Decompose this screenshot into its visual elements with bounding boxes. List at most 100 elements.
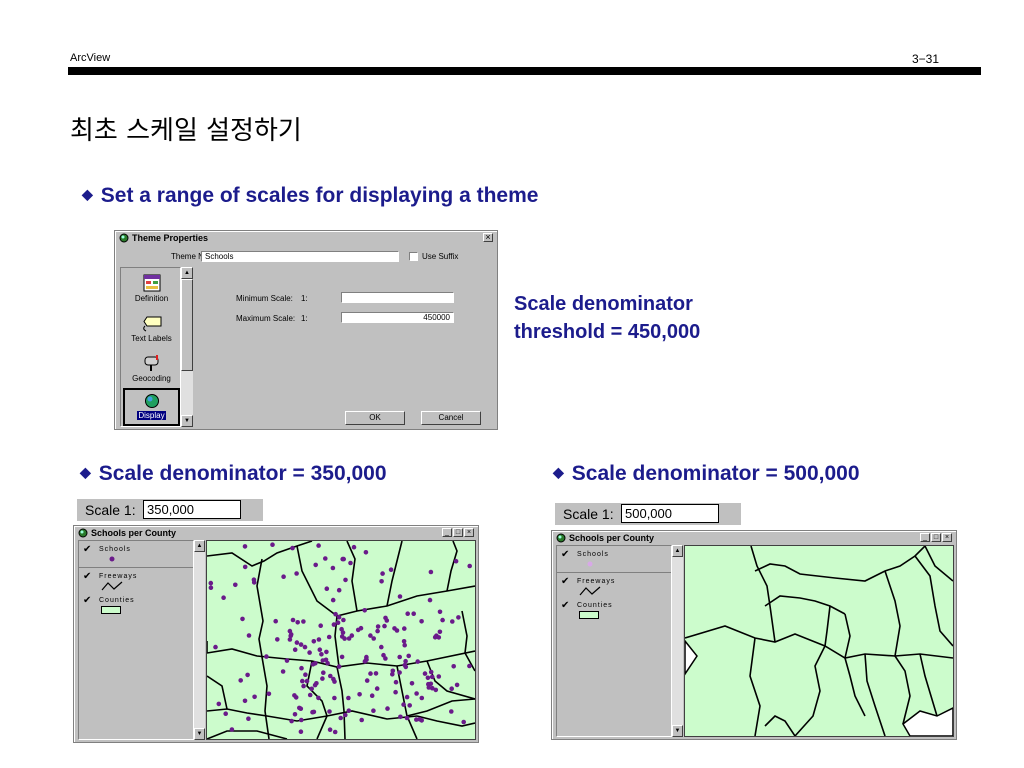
theme-checkbox-checked-icon[interactable]: ✔ (83, 544, 91, 555)
theme-checkbox-checked-icon[interactable]: ✔ (561, 600, 569, 611)
ok-button[interactable]: OK (345, 411, 405, 425)
school-point (336, 664, 342, 669)
school-point (242, 698, 248, 704)
scale-box-right: Scale 1: 500,000 (555, 503, 741, 525)
school-point (313, 562, 318, 568)
school-point (327, 727, 333, 732)
theme-checkbox-checked-icon[interactable]: ✔ (83, 595, 91, 606)
category-display[interactable]: Display (123, 388, 180, 426)
school-point (404, 715, 410, 721)
school-point (316, 637, 322, 642)
map-canvas[interactable] (207, 541, 475, 739)
school-point (388, 567, 394, 572)
close-icon[interactable]: × (942, 533, 952, 542)
school-point (295, 620, 300, 625)
theme-name: Counties (577, 602, 613, 609)
school-point (397, 594, 403, 599)
theme-name: Schools (577, 551, 609, 558)
school-point (449, 709, 454, 714)
school-point (385, 706, 390, 711)
toc-theme-freeways[interactable]: ✔ Freeways (79, 569, 193, 591)
definition-icon (143, 274, 160, 292)
school-point (251, 577, 257, 582)
school-point (343, 712, 348, 718)
scale-input[interactable]: 500,000 (621, 504, 719, 523)
toc-theme-counties[interactable]: ✔ Counties (79, 593, 193, 619)
school-point (332, 695, 337, 701)
map-view-500000[interactable] (684, 545, 954, 737)
scale-input[interactable]: 350,000 (143, 500, 241, 519)
scroll-down-arrow-icon[interactable]: ▼ (672, 725, 683, 737)
scale-box-left: Scale 1: 350,000 (77, 499, 263, 521)
category-definition[interactable]: Definition (121, 274, 182, 303)
scale-label: Scale 1: (85, 502, 136, 518)
scroll-down-arrow-icon[interactable]: ▼ (181, 415, 193, 427)
school-point (298, 729, 304, 734)
school-point (411, 611, 416, 616)
freeway-line-symbol-icon (579, 586, 601, 596)
school-point (299, 665, 304, 671)
school-point (363, 550, 369, 555)
theme-checkbox-checked-icon[interactable]: ✔ (561, 576, 569, 587)
map-canvas[interactable] (685, 546, 953, 736)
dialog-close-button[interactable]: × (483, 233, 493, 242)
toc-theme-schools[interactable]: ✔ Schools (557, 546, 671, 573)
category-display-label: Display (137, 411, 166, 420)
school-points (208, 542, 473, 735)
school-point (371, 708, 376, 713)
school-point (316, 543, 321, 548)
scroll-thumb[interactable] (181, 279, 193, 371)
scroll-up-arrow-icon[interactable]: ▲ (181, 267, 193, 279)
school-point (330, 565, 336, 571)
category-geocoding[interactable]: Geocoding (121, 354, 182, 383)
school-point (415, 659, 420, 664)
toc-scrollbar[interactable]: ▲ ▼ (672, 545, 683, 737)
scroll-up-arrow-icon[interactable]: ▲ (672, 545, 683, 557)
toc-theme-counties[interactable]: ✔ Counties (557, 598, 671, 624)
map-window-500000: Schools per County _ □ × ✔ Schools ✔ Fre… (551, 530, 957, 740)
max-scale-input[interactable]: 450000 (341, 312, 454, 323)
text-labels-icon (142, 316, 161, 332)
school-point (355, 627, 361, 633)
school-point (368, 671, 373, 676)
map-view-350000[interactable] (206, 540, 476, 740)
toc-theme-freeways[interactable]: ✔ Freeways (557, 574, 671, 596)
category-text-labels[interactable]: Text Labels (121, 314, 182, 343)
category-scrollbar[interactable]: ▲ ▼ (181, 267, 193, 427)
use-suffix-checkbox[interactable] (409, 252, 418, 261)
scroll-down-arrow-icon[interactable]: ▼ (194, 728, 205, 740)
school-point (427, 597, 433, 603)
header-rule (68, 67, 981, 75)
school-point (401, 702, 406, 707)
school-point (229, 727, 235, 732)
school-point (382, 623, 387, 629)
bullet-scale-range: ◆ Set a range of scales for displaying a … (82, 184, 538, 208)
toc-theme-schools[interactable]: ✔ Schools (79, 541, 193, 568)
category-definition-label: Definition (134, 294, 169, 303)
theme-checkbox-checked-icon[interactable]: ✔ (83, 571, 91, 582)
minimize-icon[interactable]: _ (442, 528, 452, 537)
school-point (320, 676, 325, 681)
theme-name-input[interactable]: Schools (201, 251, 399, 262)
toc-scrollbar[interactable]: ▲ ▼ (194, 540, 205, 740)
school-point (359, 717, 364, 723)
scroll-up-arrow-icon[interactable]: ▲ (194, 540, 205, 552)
diamond-bullet-icon: ◆ (80, 464, 91, 480)
cancel-button[interactable]: Cancel (421, 411, 481, 425)
min-scale-input[interactable] (341, 292, 454, 303)
bullet-text: Set a range of scales for displaying a t… (100, 184, 539, 207)
school-point (364, 678, 370, 683)
school-point (402, 642, 407, 648)
minimize-icon[interactable]: _ (920, 533, 930, 542)
theme-checkbox-checked-icon[interactable]: ✔ (561, 549, 569, 560)
school-point (339, 654, 345, 660)
school-point (309, 686, 314, 692)
maximize-icon[interactable]: □ (453, 528, 463, 537)
close-icon[interactable]: × (464, 528, 474, 537)
diamond-bullet-icon: ◆ (82, 186, 93, 202)
school-point (292, 693, 297, 698)
school-point (280, 669, 286, 674)
school-point (375, 624, 381, 629)
maximize-icon[interactable]: □ (931, 533, 941, 542)
school-point (362, 608, 367, 613)
